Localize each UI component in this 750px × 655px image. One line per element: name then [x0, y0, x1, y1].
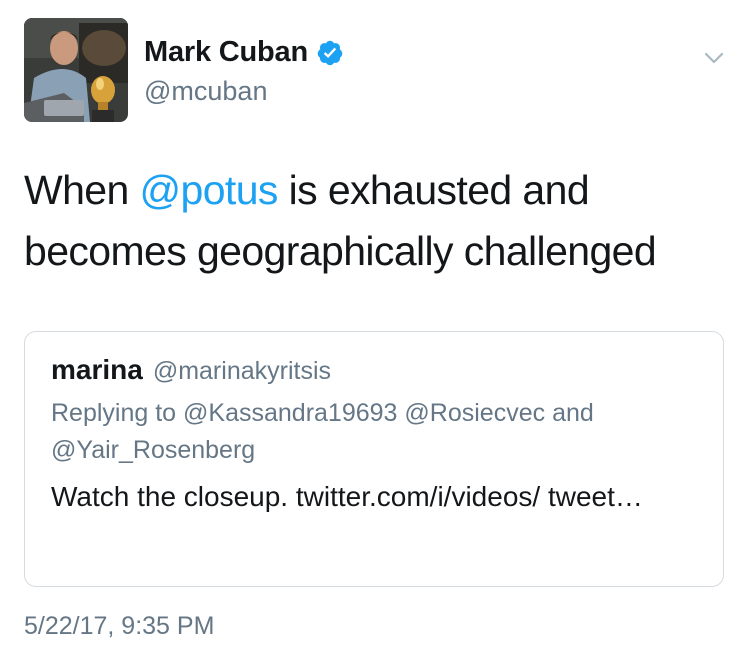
replying-to-line: Replying to @Kassandra19693 @Rosiecvec a…	[51, 395, 691, 469]
tweet-menu-button[interactable]	[698, 42, 730, 74]
quoted-tweet-header: marina @marinakyritsis	[51, 354, 331, 386]
author-handle[interactable]: @mcuban	[144, 76, 267, 107]
reply-mention-rosiecvec[interactable]: @Rosiecvec	[404, 399, 545, 427]
quoted-author-name: marina	[51, 354, 143, 385]
chevron-down-icon	[704, 52, 724, 64]
tweet-header: Mark Cuban @mcuban	[24, 18, 730, 122]
tweet-text-before: When	[24, 167, 140, 213]
mention-link-potus[interactable]: @potus	[140, 167, 279, 213]
tweet-text: When @potus is exhausted and becomes geo…	[24, 160, 724, 282]
replying-to-joiner: and	[552, 399, 594, 427]
replying-to-prefix: Replying to	[51, 399, 177, 427]
reply-mention-kassandra[interactable]: @Kassandra19693	[183, 399, 397, 427]
author-display-name[interactable]: Mark Cuban	[144, 36, 308, 69]
avatar[interactable]	[24, 18, 128, 122]
reply-mention-yair[interactable]: @Yair_Rosenberg	[51, 436, 255, 464]
quoted-author-handle: @marinakyritsis	[152, 357, 332, 385]
quoted-tweet-card[interactable]: marina @marinakyritsis Replying to @Kass…	[24, 331, 724, 587]
tweet: Mark Cuban @mcuban When @potus is exhaus…	[0, 0, 750, 655]
tweet-timestamp[interactable]: 5/22/17, 9:35 PM	[24, 612, 214, 641]
verified-badge-icon	[316, 39, 344, 67]
quoted-tweet-body: Watch the closeup. twitter.com/i/videos/…	[51, 481, 643, 512]
author-name-row: Mark Cuban	[144, 36, 344, 69]
profile-photo-icon	[24, 18, 128, 122]
